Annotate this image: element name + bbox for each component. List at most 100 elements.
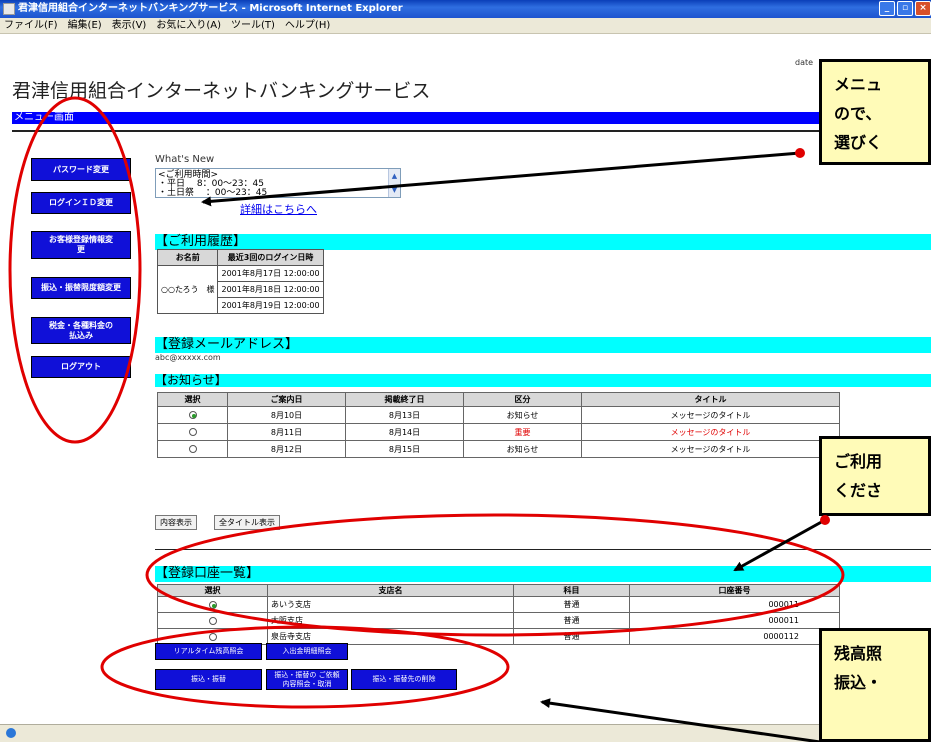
notices-table: 選択 ご案内日 掲載終了日 区分 タイトル 8月10日 8月13日 お知らせ メ… [157,392,840,458]
show-all-titles-button[interactable]: 全タイトル表示 [214,515,280,530]
notice-end-date: 8月13日 [345,406,464,424]
col-header-category: 区分 [463,392,582,407]
browser-menubar: ファイル(F) 編集(E) 表示(V) お気に入り(A) ツール(T) ヘルプ(… [0,18,931,34]
notice-radio[interactable] [188,428,197,436]
col-header-name: お名前 [156,249,219,266]
sidebar-item-loginid-change[interactable]: ログインＩＤ変更 [31,192,131,214]
notice-title: メッセージのタイトル [581,406,840,424]
divider [155,549,931,550]
menu-edit[interactable]: 編集(E) [68,18,102,33]
account-branch: あいう支店 [267,596,514,613]
menu-help[interactable]: ヘルプ(H) [285,18,330,33]
news-scrollbar[interactable]: ▲ ▼ [388,169,400,197]
sidebar-item-customer-info-change[interactable]: お客様登録情報変更 [31,231,131,259]
sidebar-item-tax-payment[interactable]: 税金・各種料金の払込み [31,317,131,344]
col-header-select: 選択 [157,392,228,407]
notice-title: メッセージのタイトル [581,440,840,458]
transaction-detail-button[interactable]: 入出金明細照会 [266,643,348,660]
account-type: 普通 [513,628,630,645]
col-header-title: タイトル [581,392,840,407]
table-row: 8月10日 8月13日 お知らせ メッセージのタイトル [157,406,840,424]
news-line: ・土日祭 ：00～23：45 [158,188,268,198]
window-title: 君津信用組合インターネットバンキングサービス - Microsoft Inter… [18,3,403,14]
menu-favorites[interactable]: お気に入り(A) [156,18,221,33]
account-number: 0000112 [629,628,840,645]
whats-new-label: What's New [155,154,215,165]
window-titlebar: 君津信用組合インターネットバンキングサービス - Microsoft Inter… [0,0,931,18]
callout-line: メニュ [834,75,883,94]
section-header-accounts: 【登録口座一覧】 [155,566,931,582]
notice-title: メッセージのタイトル [581,423,840,441]
notice-category: お知らせ [463,440,582,458]
account-number: 000011 [629,612,840,629]
notice-date: 8月10日 [227,406,346,424]
account-type: 普通 [513,612,630,629]
callout-account: ご利用 くださ [819,436,931,516]
section-header-notices: 【お知らせ】 [155,374,931,387]
date-label: date [795,58,814,67]
ie-app-icon [3,3,15,15]
menu-file[interactable]: ファイル(F) [4,18,58,33]
callout-line: 残高照 [834,644,883,663]
detail-link[interactable]: 詳細はこちらへ [240,201,317,217]
realtime-balance-button[interactable]: リアルタイム残高照会 [155,643,262,660]
notice-category: 重要 [463,423,582,441]
ie-status-icon [6,728,16,738]
col-header-account-type: 科目 [513,584,630,597]
notice-date: 8月11日 [227,423,346,441]
notice-radio[interactable] [188,411,197,419]
callout-line: ので、 [834,104,882,123]
col-header-branch: 支店名 [267,584,514,597]
divider [12,130,931,132]
browser-statusbar [0,724,931,742]
sidebar-item-logout[interactable]: ログアウト [31,356,131,378]
sidebar-item-transfer-limit-change[interactable]: 振込・振替限度額変更 [31,277,131,299]
notice-end-date: 8月14日 [345,423,464,441]
screen-name-bar: メニュー画面 [12,112,931,124]
notice-end-date: 8月15日 [345,440,464,458]
transfer-inquiry-button[interactable]: 振込・振替の ご依頼内容照会・取消 [266,669,348,690]
callout-line: 振込・ [834,673,883,692]
section-header-usage-history: 【ご利用履歴】 [155,234,931,250]
login-time: 2001年8月19日 12:00:00 [217,297,324,314]
table-row: 8月12日 8月15日 お知らせ メッセージのタイトル [157,440,840,458]
col-header-notice-date: ご案内日 [227,392,346,407]
menu-view[interactable]: 表示(V) [112,18,147,33]
col-header-end-date: 掲載終了日 [345,392,464,407]
account-radio[interactable] [208,616,217,625]
close-button[interactable]: × [915,1,931,16]
callout-line: くださ [834,481,883,500]
show-content-button[interactable]: 内容表示 [155,515,197,530]
col-header-select: 選択 [157,584,268,597]
account-radio[interactable] [208,600,217,609]
accounts-table: 選択 支店名 科目 口座番号 あいう支店 普通 000011 大阪支店 普通 0… [157,584,840,645]
table-row: あいう支店 普通 000011 [157,596,840,613]
callout-line: ご利用 [834,452,883,471]
account-radio[interactable] [208,632,217,641]
sidebar-item-password-change[interactable]: パスワード変更 [31,158,131,181]
account-number: 000011 [629,596,840,613]
section-header-email: 【登録メールアドレス】 [155,337,931,353]
col-header-login: 最近3回のログイン日時 [217,249,324,266]
callout-line: 選びく [834,133,883,152]
whats-new-textbox[interactable]: <ご利用時間> ・平日 8：00～23：45 ・土日祭 ：00～23：45 ▲ ▼ [155,168,401,198]
menu-tools[interactable]: ツール(T) [231,18,275,33]
account-branch: 大阪支店 [267,612,514,629]
page-content: date 君津信用組合インターネットバンキングサービス メニュー画面 パスワード… [0,34,931,742]
notice-radio[interactable] [188,445,197,453]
minimize-button[interactable]: _ [879,1,895,16]
login-time: 2001年8月17日 12:00:00 [217,265,324,282]
maximize-button[interactable]: ▫ [897,1,913,16]
login-time: 2001年8月18日 12:00:00 [217,281,324,298]
table-row: 大阪支店 普通 000011 [157,612,840,629]
notice-date: 8月12日 [227,440,346,458]
table-row: 8月11日 8月14日 重要 メッセージのタイトル [157,423,840,441]
transfer-button[interactable]: 振込・振替 [155,669,262,690]
account-type: 普通 [513,596,630,613]
delete-payee-button[interactable]: 振込・振替先の削除 [351,669,457,690]
usage-history-table: お名前 最近3回のログイン日時 ○○たろう 様 2001年8月17日 12:00… [156,249,324,314]
col-header-account-number: 口座番号 [629,584,840,597]
notice-category: お知らせ [463,406,582,424]
page-title: 君津信用組合インターネットバンキングサービス [12,80,431,102]
callout-menu: メニュ ので、 選びく [819,59,931,165]
